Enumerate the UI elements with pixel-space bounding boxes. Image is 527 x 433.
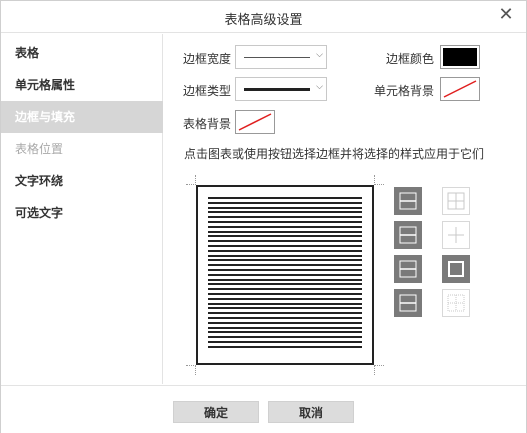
- border-none-grid-icon: [447, 294, 465, 312]
- preview-line: [208, 326, 362, 329]
- preview-line: [208, 297, 362, 300]
- preview-line: [208, 225, 362, 228]
- preview-line: [208, 278, 362, 281]
- preview-line: [208, 264, 362, 267]
- border-top-horizontal-button[interactable]: [394, 187, 422, 215]
- preview-line: [208, 259, 362, 262]
- border-width-preview-line: [244, 57, 310, 58]
- border-color-fill: [443, 48, 477, 66]
- preview-line: [208, 197, 362, 199]
- sidebar-item-alt-text[interactable]: 可选文字: [1, 197, 163, 229]
- preview-line: [208, 249, 362, 252]
- border-preview-area[interactable]: [186, 175, 384, 375]
- border-type-select[interactable]: ⌵: [235, 77, 327, 101]
- preview-corner-mark: [374, 365, 384, 375]
- ok-button[interactable]: 确定: [173, 401, 259, 423]
- preview-line: [208, 201, 362, 204]
- border-inner-cross-button[interactable]: [442, 221, 470, 249]
- border-none-grid-button[interactable]: [442, 289, 470, 317]
- border-bottom-horizontal-icon: [399, 260, 417, 278]
- preview-text-lines: [208, 197, 362, 351]
- border-bottom-horizontal-button[interactable]: [394, 255, 422, 283]
- preview-line: [208, 235, 362, 238]
- preview-line: [208, 240, 362, 243]
- border-top-horizontal-icon: [399, 192, 417, 210]
- dialog-titlebar: 表格高级设置 ✕: [1, 1, 526, 33]
- sidebar-item-borders-fill[interactable]: 边框与填充: [1, 101, 163, 133]
- table-background-swatch[interactable]: [235, 110, 275, 134]
- preview-line: [208, 336, 362, 339]
- border-all-grid-icon: [447, 192, 465, 210]
- preview-line: [208, 307, 362, 310]
- preview-line: [208, 293, 362, 295]
- preview-corner-mark: [186, 365, 196, 375]
- table-advanced-settings-dialog: 表格高级设置 ✕ 表格 单元格属性 边框与填充 表格位置 文字环绕 可选文字 边…: [0, 0, 527, 433]
- preview-line: [208, 211, 362, 214]
- no-fill-icon: [443, 80, 477, 98]
- preview-line: [208, 302, 362, 305]
- preview-line: [208, 273, 362, 276]
- preview-line: [208, 341, 362, 343]
- border-outer-box-icon: [448, 261, 464, 277]
- border-preview-table[interactable]: [196, 185, 374, 365]
- border-color-label: 边框颜色: [386, 52, 435, 66]
- border-horizontal-all-button[interactable]: [394, 289, 422, 317]
- preview-line: [208, 221, 362, 223]
- preview-line: [208, 269, 362, 271]
- border-outer-box-button[interactable]: [442, 255, 470, 283]
- close-icon[interactable]: ✕: [496, 5, 516, 25]
- border-hint-text: 点击图表或使用按钮选择边框并将选择的样式应用于它们: [184, 147, 485, 161]
- preview-line: [208, 321, 362, 324]
- dialog-title: 表格高级设置: [224, 13, 303, 28]
- preview-line: [208, 283, 362, 286]
- sidebar-item-table-position: 表格位置: [15, 142, 64, 156]
- cancel-button[interactable]: 取消: [268, 401, 354, 423]
- border-width-label: 边框宽度: [183, 52, 232, 66]
- border-middle-horizontal-icon: [399, 226, 417, 244]
- preview-corner-mark: [374, 175, 384, 185]
- preview-corner-mark: [186, 175, 196, 185]
- borders-fill-panel: 边框宽度 ⌵ 边框颜色 边框类型 ⌵ 单元格背景 表格背景 点击图表或使用按钮选…: [164, 34, 526, 384]
- border-type-preview-line: [244, 88, 310, 91]
- preview-line: [208, 331, 362, 334]
- no-fill-icon: [238, 113, 272, 131]
- sidebar-item-table[interactable]: 表格: [1, 37, 163, 69]
- border-horizontal-all-icon: [399, 294, 417, 312]
- border-width-select[interactable]: ⌵: [235, 45, 327, 69]
- border-middle-horizontal-button[interactable]: [394, 221, 422, 249]
- chevron-down-icon: ⌵: [316, 50, 323, 60]
- preview-line: [208, 317, 362, 319]
- preview-line: [208, 230, 362, 233]
- table-background-label: 表格背景: [183, 117, 232, 131]
- border-color-swatch[interactable]: [440, 45, 480, 69]
- preview-line: [208, 254, 362, 257]
- dialog-footer: 确定 取消: [1, 385, 526, 433]
- preview-line: [208, 345, 362, 348]
- border-all-grid-button[interactable]: [442, 187, 470, 215]
- sidebar-item-text-wrap[interactable]: 文字环绕: [1, 165, 163, 197]
- preview-line: [208, 216, 362, 219]
- cell-background-swatch[interactable]: [440, 77, 480, 101]
- chevron-down-icon: ⌵: [316, 82, 323, 92]
- cell-background-label: 单元格背景: [374, 84, 435, 98]
- sidebar: 表格 单元格属性 边框与填充 表格位置 文字环绕 可选文字: [1, 34, 163, 384]
- preview-line: [208, 312, 362, 315]
- preview-line: [208, 288, 362, 291]
- sidebar-item-cell-properties[interactable]: 单元格属性: [1, 69, 163, 101]
- border-inner-cross-icon: [448, 227, 464, 243]
- preview-line: [208, 245, 362, 247]
- preview-line: [208, 206, 362, 209]
- border-type-label: 边框类型: [183, 84, 232, 98]
